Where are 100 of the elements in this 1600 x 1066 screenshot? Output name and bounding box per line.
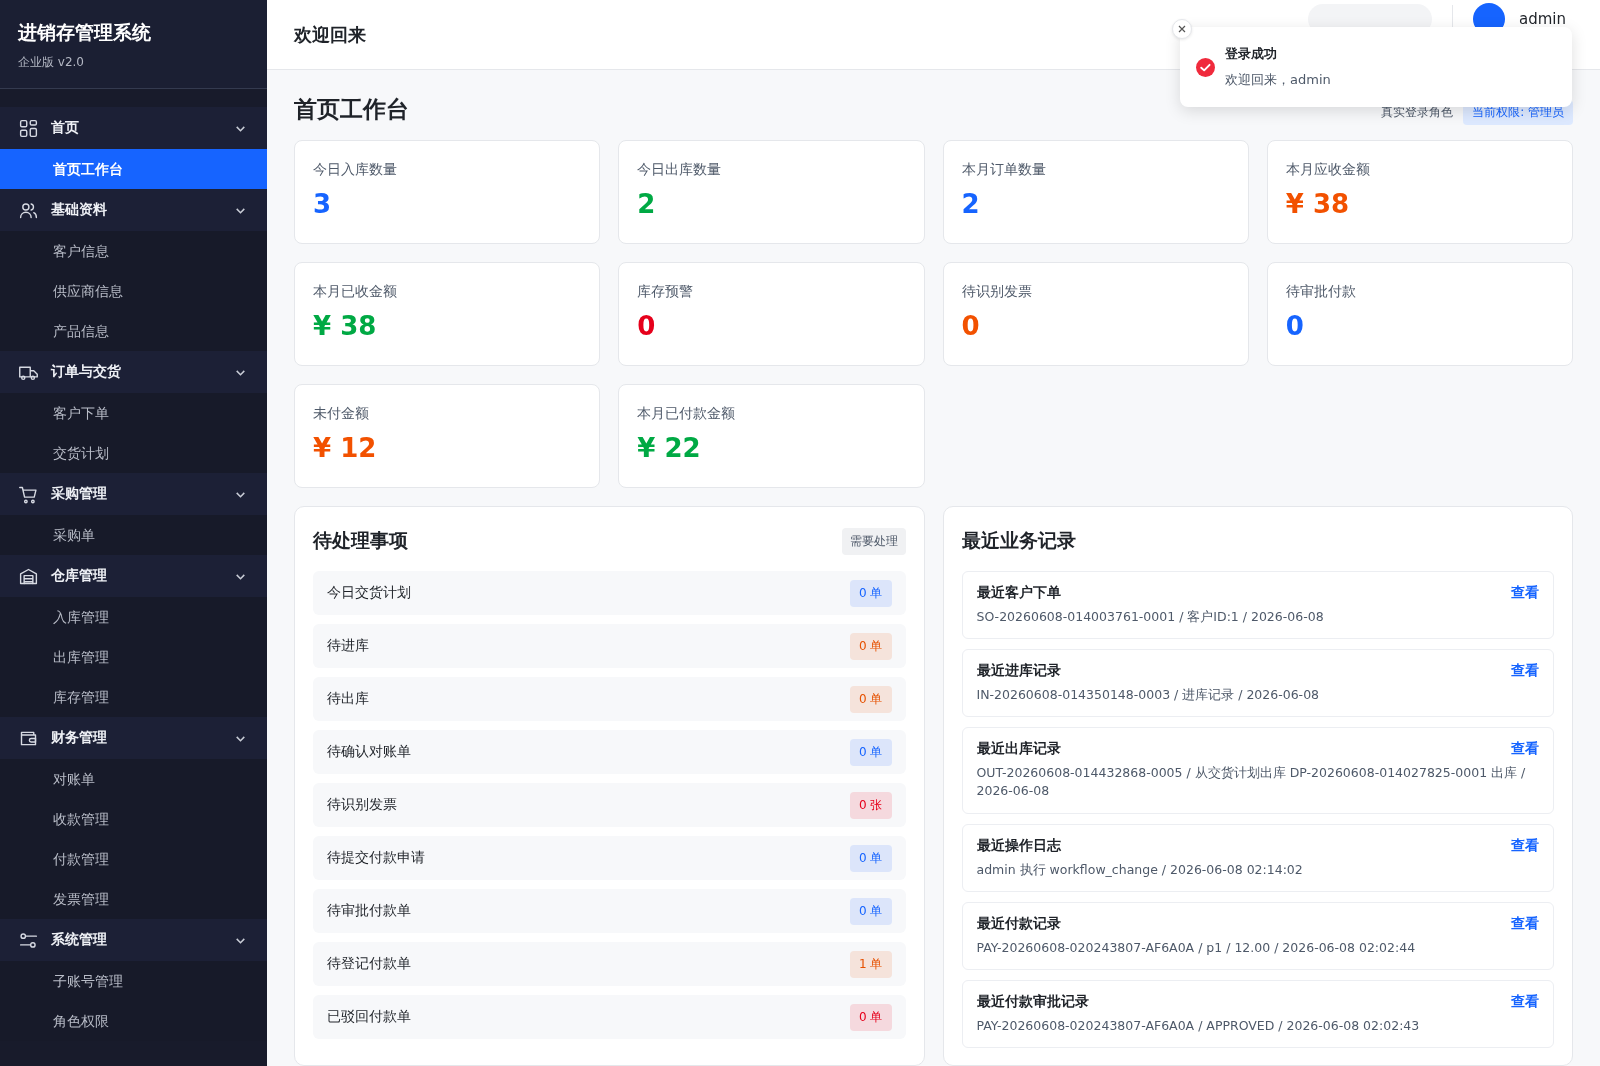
count-badge: 0 单	[850, 1003, 892, 1031]
record-detail: OUT-20260608-014432868-0005 / 从交货计划出库 DP-20260608-014027825-0001 出库 / 2026-06-08	[976, 764, 1527, 801]
record-detail: IN-20260608-014350148-0003 / 进库记录 / 2026-06-08	[976, 686, 1321, 705]
stat-label: 待识别发票	[961, 283, 1032, 301]
stat-value: 0	[637, 311, 656, 341]
grid-icon	[18, 117, 39, 139]
menu-group-label: 基础资料	[51, 201, 108, 219]
record-detail: PAY-20260608-020243807-AF6A0A / p1 / 12.00 / 2026-06-08 02:02:44	[976, 938, 1417, 957]
stat-label: 本月已收金额	[313, 283, 397, 301]
menu-item[interactable]: 入库管理	[0, 597, 267, 637]
todo-row[interactable]: 已驳回付款单 0 单	[313, 995, 906, 1039]
todo-row[interactable]: 待提交付款申请 0 单	[313, 836, 906, 880]
todo-row[interactable]: 待登记付款单 1 单	[313, 942, 906, 986]
stat-label: 今日出库数量	[637, 161, 722, 179]
todo-row[interactable]: 待进库 0 单	[313, 624, 906, 668]
menu-item[interactable]: 付款管理	[0, 839, 267, 879]
count-badge: 0 单	[850, 579, 892, 607]
todo-label: 今日交货计划	[327, 584, 411, 602]
todo-label: 待出库	[327, 690, 369, 708]
stat-value: ¥ 12	[313, 433, 377, 463]
view-link[interactable]: 查看	[1511, 584, 1539, 602]
stat-value: ¥ 22	[637, 433, 701, 463]
todo-label: 待识别发票	[327, 796, 397, 814]
record-title: 最近出库记录	[976, 740, 1061, 759]
todo-label: 待登记付款单	[327, 955, 411, 973]
menu-item[interactable]: 对账单	[0, 759, 267, 799]
stat-value: ¥ 38	[1285, 189, 1350, 219]
app-title: 进销存管理系统	[18, 20, 151, 45]
page-title: 首页工作台	[294, 95, 409, 124]
menu-group-label: 首页	[51, 119, 80, 137]
record-title: 最近客户下单	[976, 584, 1061, 602]
todo-label: 已驳回付款单	[327, 1008, 411, 1026]
app-version: 企业版 v2.0	[18, 54, 84, 71]
view-link[interactable]: 查看	[1511, 914, 1539, 933]
user-name[interactable]: admin	[1519, 9, 1566, 28]
menu-group[interactable]: 系统管理	[0, 919, 267, 961]
toast-title: 登录成功	[1225, 45, 1278, 63]
success-icon	[1196, 57, 1215, 77]
record-title: 最近付款审批记录	[976, 992, 1089, 1011]
record-title: 最近操作日志	[976, 836, 1061, 855]
todo-row[interactable]: 待识别发票 0 张	[313, 783, 906, 827]
count-badge: 1 单	[850, 950, 892, 978]
stat-value: ¥ 38	[313, 311, 377, 341]
count-badge: 0 单	[850, 632, 892, 660]
role-label: 真实登录角色	[1381, 104, 1454, 121]
menu-group-label: 仓库管理	[51, 567, 108, 585]
menu-item[interactable]: 供应商信息	[0, 271, 267, 311]
toast-message: 欢迎回来，admin	[1225, 71, 1331, 89]
menu-item[interactable]: 客户下单	[0, 393, 267, 433]
menu-group[interactable]: 基础资料	[0, 189, 267, 231]
menu-item[interactable]: 库存管理	[0, 677, 267, 717]
todo-label: 待审批付款单	[327, 902, 411, 920]
count-badge: 0 单	[850, 738, 892, 766]
menu-group[interactable]: 财务管理	[0, 717, 267, 759]
menu-item[interactable]: 首页工作台	[0, 149, 267, 189]
stat-value: 2	[961, 189, 980, 219]
record-detail: admin 执行 workflow_change / 2026-06-08 02:14:02	[976, 860, 1304, 879]
menu-group-label: 采购管理	[51, 485, 108, 503]
todo-row[interactable]: 待确认对账单 0 单	[313, 730, 906, 774]
menu-group[interactable]: 采购管理	[0, 473, 267, 515]
menu-item[interactable]: 产品信息	[0, 311, 267, 351]
view-link[interactable]: 查看	[1511, 662, 1539, 681]
view-link[interactable]: 查看	[1511, 740, 1539, 759]
menu-item[interactable]: 发票管理	[0, 879, 267, 919]
tag: 需要处理	[841, 527, 906, 555]
view-link[interactable]: 查看	[1511, 992, 1539, 1011]
count-badge: 0 单	[850, 844, 892, 872]
menu-item[interactable]: 角色权限	[0, 1001, 267, 1041]
count-badge: 0 张	[850, 791, 892, 819]
todo-row[interactable]: 今日交货计划 0 单	[313, 571, 906, 615]
menu-group[interactable]: 订单与交货	[0, 351, 267, 393]
view-link[interactable]: 查看	[1511, 836, 1539, 855]
panel-title: 最近业务记录	[961, 528, 1076, 553]
menu-item[interactable]: 收款管理	[0, 799, 267, 839]
todo-row[interactable]: 待审批付款单 0 单	[313, 889, 906, 933]
menu-item[interactable]: 交货计划	[0, 433, 267, 473]
header-title: 欢迎回来	[294, 22, 366, 47]
stat-label: 未付金额	[313, 405, 369, 423]
menu-item[interactable]: 客户信息	[0, 231, 267, 271]
menu-item[interactable]: 子账号管理	[0, 961, 267, 1001]
menu-group[interactable]: 仓库管理	[0, 555, 267, 597]
stat-label: 本月订单数量	[961, 161, 1046, 179]
todo-label: 待提交付款申请	[327, 849, 425, 867]
todo-row[interactable]: 待出库 0 单	[313, 677, 906, 721]
stat-value: 2	[637, 189, 656, 219]
menu-group-label: 系统管理	[51, 931, 108, 949]
close-icon	[1177, 24, 1187, 34]
stat-label: 本月应收金额	[1285, 161, 1370, 179]
menu-group[interactable]: 首页	[0, 107, 267, 149]
stat-value: 0	[961, 311, 980, 341]
record-detail: PAY-20260608-020243807-AF6A0A / APPROVED / 2026-06-08 02:02:43	[976, 1016, 1421, 1035]
menu-item[interactable]: 采购单	[0, 515, 267, 555]
panel-title: 待处理事项	[313, 528, 408, 553]
stat-value: 0	[1285, 311, 1304, 341]
stat-label: 本月已付款金额	[637, 405, 736, 423]
stat-label: 库存预警	[637, 283, 694, 301]
stat-value: 3	[313, 189, 332, 219]
menu-item[interactable]: 出库管理	[0, 637, 267, 677]
count-badge: 0 单	[850, 897, 892, 925]
stat-label: 待审批付款	[1285, 283, 1356, 301]
